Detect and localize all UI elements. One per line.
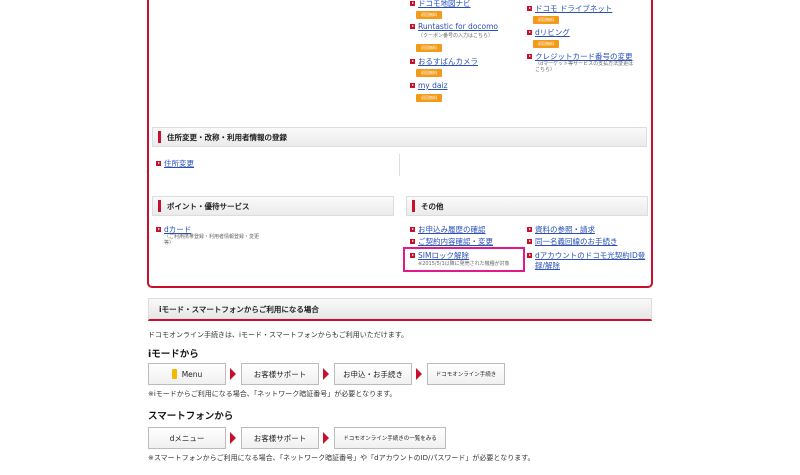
arrow-bullet-icon (156, 161, 161, 166)
chevron-right-icon (416, 368, 422, 380)
imode-description: ドコモオンライン手続きは、iモード・スマートフォンからもご利用いただけます。 (148, 331, 409, 339)
d-card-note: （ご利用携帯登録・利用者情報登録・変更 (164, 234, 260, 240)
step-label: お客様サポート (253, 369, 307, 379)
free-badge: 初回無料 (416, 69, 442, 77)
imode-smartphone-header: iモード・スマートフォンからご利用になる場合 (148, 298, 652, 321)
free-badge: 初回無料 (533, 16, 559, 24)
step-customer-support-button[interactable]: お客様サポート (241, 363, 319, 385)
d-account-hikari-label-cont[interactable]: 録/解除 (535, 260, 560, 271)
sim-unlock-highlight-box (403, 247, 525, 272)
step-d-menu-button[interactable]: dメニュー (148, 427, 226, 449)
step-label: dメニュー (169, 433, 205, 443)
free-badge: 初回無料 (416, 44, 442, 52)
other-section-title: その他 (421, 201, 444, 211)
documents-request-link[interactable]: 資料の参照・請求 (527, 224, 595, 235)
step-docomo-online-button[interactable]: ドコモオンライン手続き (427, 363, 505, 385)
arrow-bullet-icon (527, 6, 532, 11)
address-section-header: 住所変更・改称・利用者情報の登録 (152, 127, 647, 147)
column-divider (399, 154, 400, 176)
menu-key-icon (171, 369, 177, 379)
app-link-label[interactable]: Runtastic for docomo (418, 22, 498, 31)
documents-request-label[interactable]: 資料の参照・請求 (535, 224, 595, 235)
address-section-title: 住所変更・改称・利用者情報の登録 (167, 132, 287, 142)
step-application-button[interactable]: お申込・お手続き (334, 363, 412, 385)
imode-note: ※iモードからご利用になる場合、「ネットワーク暗証番号」が必要となります。 (148, 390, 397, 398)
step-label: お申込・お手続き (343, 369, 403, 379)
app-link-drive-net[interactable]: ドコモ ドライブネット (527, 3, 612, 14)
arrow-bullet-icon (410, 227, 415, 232)
arrow-bullet-icon (527, 227, 532, 232)
arrow-bullet-icon (527, 253, 532, 258)
contract-details-label[interactable]: ご契約内容確認・変更 (418, 236, 493, 247)
step-online-list-button[interactable]: ドコモオンライン手続きの一覧をみる (334, 427, 446, 449)
same-name-lines-link[interactable]: 同一名義回線のお手続き (527, 236, 618, 247)
arrow-bullet-icon (410, 1, 415, 6)
address-change-link[interactable]: 住所変更 (156, 158, 194, 169)
application-history-link[interactable]: お申込み履歴の確認 (410, 224, 486, 235)
application-history-label[interactable]: お申込み履歴の確認 (418, 224, 486, 235)
step-label: ドコモオンライン手続き (435, 372, 497, 378)
step-customer-support-button[interactable]: お客様サポート (241, 427, 319, 449)
chevron-right-icon (230, 368, 236, 380)
arrow-bullet-icon (410, 59, 415, 64)
free-badge: 初回無料 (416, 94, 442, 102)
chevron-right-icon (323, 368, 329, 380)
app-link-my-daiz[interactable]: my daiz (410, 81, 448, 90)
app-link-label[interactable]: ドコモ地図ナビ (418, 0, 471, 9)
arrow-bullet-icon (527, 30, 532, 35)
imode-subtitle: iモードから (148, 349, 199, 360)
chevron-right-icon (323, 432, 329, 444)
coupon-note: （クーポン番号の入力はこちら） (418, 33, 494, 39)
free-badge: 初回無料 (533, 40, 559, 48)
same-name-lines-label[interactable]: 同一名義回線のお手続き (535, 236, 618, 247)
free-badge: 初回無料 (416, 11, 442, 19)
section-marker (158, 131, 161, 143)
app-link-label[interactable]: my daiz (418, 81, 448, 90)
step-menu-button[interactable]: Menu (148, 363, 226, 385)
app-link-label[interactable]: ドコモ ドライブネット (535, 3, 612, 14)
d-card-note-cont: 等） (164, 240, 175, 246)
other-section-header: その他 (406, 196, 648, 216)
chevron-right-icon (230, 432, 236, 444)
arrow-bullet-icon (527, 54, 532, 59)
arrow-bullet-icon (410, 239, 415, 244)
step-label: Menu (181, 369, 203, 379)
contract-details-link[interactable]: ご契約内容確認・変更 (410, 236, 493, 247)
points-section-title: ポイント・優待サービス (167, 201, 250, 211)
imode-smartphone-title: iモード・スマートフォンからご利用になる場合 (159, 304, 319, 314)
arrow-bullet-icon (410, 24, 415, 29)
app-link-map-navi[interactable]: ドコモ地図ナビ (410, 0, 471, 9)
arrow-bullet-icon (156, 227, 161, 232)
step-label: お客様サポート (253, 433, 307, 443)
smartphone-subtitle: スマートフォンから (148, 411, 234, 422)
points-section-header: ポイント・優待サービス (152, 196, 394, 216)
address-change-label[interactable]: 住所変更 (164, 158, 194, 169)
section-marker (158, 200, 161, 212)
step-label: ドコモオンライン手続きの一覧をみる (343, 436, 437, 442)
payment-method-note-cont: こちら） (535, 67, 556, 73)
app-link-runtastic[interactable]: Runtastic for docomo (410, 22, 498, 31)
smartphone-note: ※スマートフォンからご利用になる場合、「ネットワーク暗証番号」や「dアカウントの… (148, 454, 535, 462)
app-link-label[interactable]: おるすばんカメラ (418, 56, 478, 67)
arrow-bullet-icon (527, 239, 532, 244)
app-link-label[interactable]: dリビング (535, 27, 570, 38)
arrow-bullet-icon (410, 83, 415, 88)
section-marker (412, 200, 415, 212)
app-link-rusuban-camera[interactable]: おるすばんカメラ (410, 56, 478, 67)
app-link-d-living[interactable]: dリビング (527, 27, 570, 38)
